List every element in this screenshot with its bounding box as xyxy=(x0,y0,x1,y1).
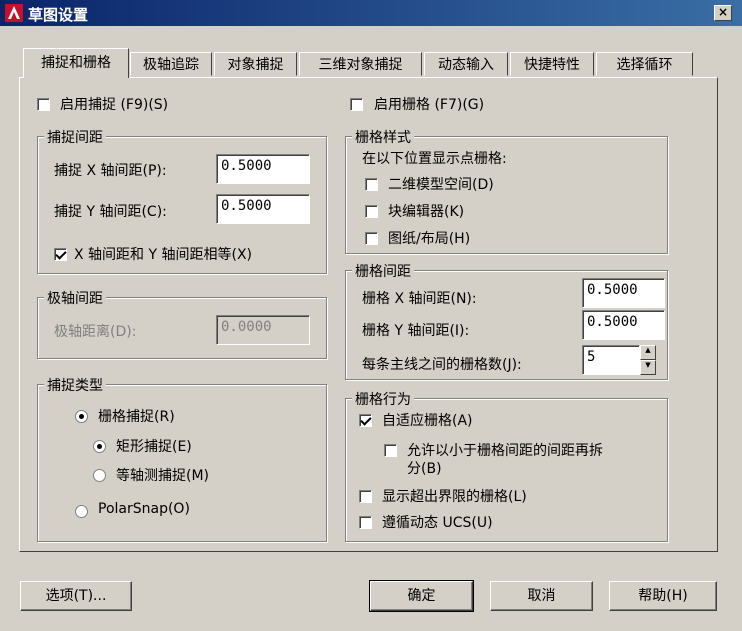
equal-spacing-label: X 轴间距和 Y 轴间距相等(X) xyxy=(74,247,253,263)
grid-style-subtitle: 在以下位置显示点栅格: xyxy=(362,151,507,167)
triangle-up-icon: ▲ xyxy=(645,346,651,354)
grid-on-label: 启用栅格 (F7)(G) xyxy=(374,97,485,113)
grid-snap-label: 栅格捕捉(R) xyxy=(98,409,175,425)
beyond-limits-checkbox[interactable] xyxy=(359,490,372,503)
beyond-limits-label: 显示超出界限的栅格(L) xyxy=(382,489,527,505)
snap-on-label: 启用捕捉 (F9)(S) xyxy=(60,97,169,113)
adaptive-grid-label: 自适应栅格(A) xyxy=(382,413,473,429)
block-editor-checkbox[interactable] xyxy=(365,205,378,218)
layout-label: 图纸/布局(H) xyxy=(388,231,471,247)
snap-on-checkbox[interactable] xyxy=(37,98,50,111)
polar-snap-radio[interactable] xyxy=(75,505,88,518)
subdivide-label-line2: 分(B) xyxy=(407,461,442,477)
help-button[interactable]: 帮助(H) xyxy=(609,581,717,611)
cancel-button[interactable]: 取消 xyxy=(490,581,593,611)
follow-ucs-checkbox[interactable] xyxy=(359,516,372,529)
snap-type-group: 捕捉类型 xyxy=(37,375,327,542)
snap-y-label: 捕捉 Y 轴间距(C): xyxy=(54,204,167,220)
grid-y-label: 栅格 Y 轴间距(I): xyxy=(362,323,470,339)
snap-x-label: 捕捉 X 轴间距(P): xyxy=(54,163,167,179)
grid-on-checkbox[interactable] xyxy=(350,98,363,111)
subdivide-checkbox[interactable] xyxy=(384,444,397,457)
follow-ucs-label: 遵循动态 UCS(U) xyxy=(382,515,493,531)
polar-snap-label: PolarSnap(O) xyxy=(98,501,190,517)
layout-checkbox[interactable] xyxy=(365,232,378,245)
iso-snap-radio[interactable] xyxy=(93,469,106,482)
subdivide-label-line1: 允许以小于栅格间距的间距再拆 xyxy=(407,443,603,459)
ok-button[interactable]: 确定 xyxy=(369,580,474,612)
polar-distance-label: 极轴距离(D): xyxy=(54,324,137,340)
options-button[interactable]: 选项(T)... xyxy=(20,581,132,611)
snap-type-title: 捕捉类型 xyxy=(44,375,106,395)
grid-x-input[interactable]: 0.5000 xyxy=(582,278,665,308)
model-space-label: 二维模型空间(D) xyxy=(388,177,494,193)
adaptive-grid-checkbox[interactable] xyxy=(359,414,372,427)
model-space-checkbox[interactable] xyxy=(365,178,378,191)
spin-up-button[interactable]: ▲ xyxy=(640,345,656,360)
grid-spacing-title: 栅格间距 xyxy=(352,261,414,281)
snap-spacing-title: 捕捉间距 xyxy=(44,127,106,147)
major-line-input[interactable]: 5 xyxy=(582,345,640,375)
rect-snap-radio[interactable] xyxy=(93,440,106,453)
iso-snap-label: 等轴测捕捉(M) xyxy=(116,468,210,484)
polar-spacing-title: 极轴间距 xyxy=(44,288,106,308)
grid-behavior-title: 栅格行为 xyxy=(352,389,414,409)
triangle-down-icon: ▼ xyxy=(645,361,651,369)
snap-y-input[interactable]: 0.5000 xyxy=(216,194,310,224)
snap-x-input[interactable]: 0.5000 xyxy=(216,154,310,184)
rect-snap-label: 矩形捕捉(E) xyxy=(116,439,192,455)
equal-spacing-checkbox[interactable] xyxy=(54,248,67,261)
polar-distance-input[interactable]: 0.0000 xyxy=(216,315,310,345)
major-line-label: 每条主线之间的栅格数(J): xyxy=(362,357,522,373)
grid-snap-radio[interactable] xyxy=(75,410,88,423)
grid-x-label: 栅格 X 轴间距(N): xyxy=(362,291,477,307)
block-editor-label: 块编辑器(K) xyxy=(388,204,465,220)
grid-style-title: 栅格样式 xyxy=(352,127,414,147)
grid-y-input[interactable]: 0.5000 xyxy=(582,310,665,340)
spin-down-button[interactable]: ▼ xyxy=(640,360,656,375)
